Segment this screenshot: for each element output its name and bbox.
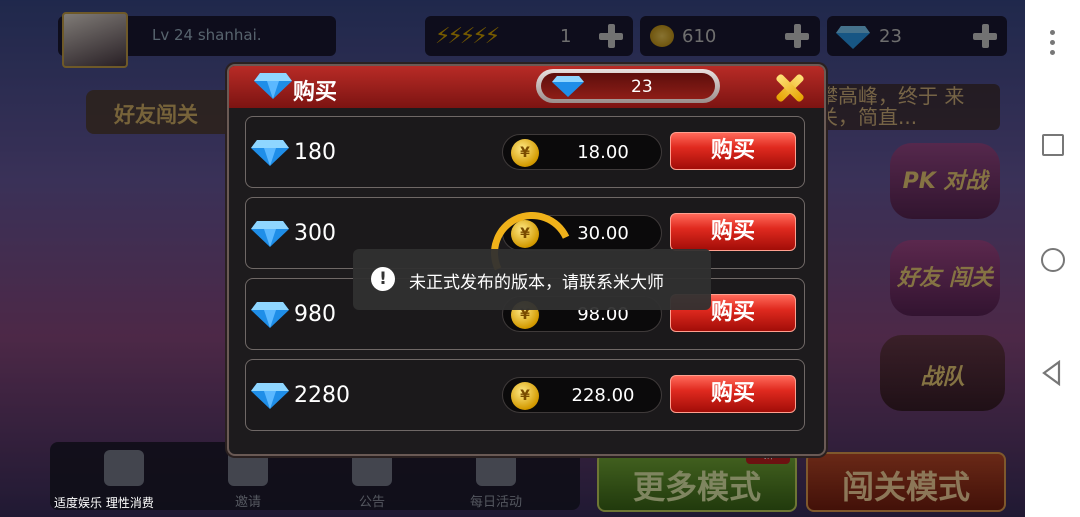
buy-button[interactable]: 购买 <box>670 213 796 251</box>
system-nav-bar <box>1025 0 1080 517</box>
game-canvas: Lv 24 shanhai. ⚡⚡⚡⚡⚡ 1 610 23 好友闯关 攀高峰，终… <box>0 0 1025 517</box>
price-box: ¥ 18.00 <box>502 134 662 170</box>
back-icon[interactable] <box>1041 359 1063 390</box>
gem-balance: 23 <box>536 69 720 103</box>
dialog-title: 购买 <box>293 80 338 105</box>
toast-message: ! 未正式发布的版本，请联系米大师 <box>353 249 711 310</box>
package-amount: 300 <box>294 221 336 246</box>
package-amount: 980 <box>294 302 336 327</box>
info-icon: ! <box>371 267 395 291</box>
diamond-icon <box>551 74 585 102</box>
dialog-header: 购买 23 <box>229 66 824 108</box>
package-price: 18.00 <box>577 142 629 163</box>
diamond-icon <box>250 218 290 252</box>
yuan-coin-icon: ¥ <box>511 139 539 167</box>
footer-note: 适度娱乐 理性消费 <box>54 496 154 510</box>
package-amount: 180 <box>294 140 336 165</box>
diamond-icon <box>250 380 290 414</box>
package-row: 2280 ¥ 228.00 购买 <box>245 359 805 431</box>
package-amount: 2280 <box>294 383 350 408</box>
home-icon[interactable] <box>1041 248 1065 272</box>
diamond-icon <box>253 70 293 104</box>
yuan-coin-icon: ¥ <box>511 382 539 410</box>
package-price: 228.00 <box>571 385 635 406</box>
toast-text: 未正式发布的版本，请联系米大师 <box>409 273 664 293</box>
diamond-icon <box>250 137 290 171</box>
more-options-icon[interactable] <box>1050 30 1055 56</box>
diamond-icon <box>250 299 290 333</box>
recent-apps-icon[interactable] <box>1042 134 1064 156</box>
buy-button[interactable]: 购买 <box>670 132 796 170</box>
package-row: 180 ¥ 18.00 购买 <box>245 116 805 188</box>
price-box: ¥ 228.00 <box>502 377 662 413</box>
close-icon[interactable] <box>774 73 804 103</box>
buy-button[interactable]: 购买 <box>670 375 796 413</box>
gem-balance-value: 23 <box>631 77 653 97</box>
